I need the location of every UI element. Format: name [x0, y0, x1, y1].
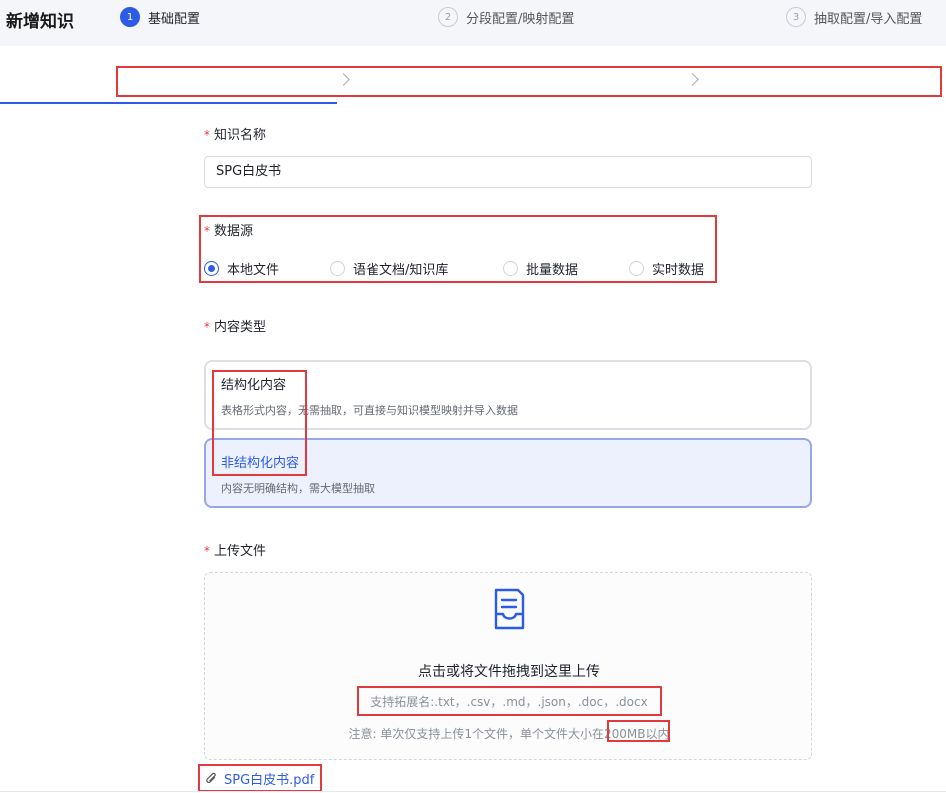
knowledge-name-label: * 知识名称 [204, 124, 266, 143]
radio-checked-icon [204, 261, 219, 276]
radio-local-file[interactable]: 本地文件 [204, 259, 279, 278]
card-description: 内容无明确结构，需大模型抽取 [221, 482, 375, 495]
datasource-label: * 数据源 [204, 220, 253, 239]
step-label: 基础配置 [148, 11, 201, 27]
step-segment-config[interactable]: 2 分段配置/映射配置 [438, 7, 574, 27]
step-basic-config[interactable]: 1 基础配置 [120, 7, 200, 27]
label-text: 内容类型 [214, 320, 267, 335]
required-mark: * [204, 320, 210, 334]
divider [0, 791, 946, 792]
required-mark: * [204, 544, 210, 558]
radio-unchecked-icon [503, 261, 518, 276]
paperclip-icon [206, 772, 216, 783]
radio-realtime-data[interactable]: 实时数据 [629, 259, 704, 278]
required-mark: * [204, 224, 210, 238]
content-type-label: * 内容类型 [204, 316, 266, 335]
steps-highlight-box [116, 66, 942, 97]
card-structured-content[interactable]: 结构化内容 表格形式内容，无需抽取，可直接与知识模型映射并导入数据 [204, 360, 812, 430]
step-extract-config[interactable]: 3 抽取配置/导入配置 [786, 7, 922, 27]
label-text: 上传文件 [214, 544, 267, 559]
radio-label: 本地文件 [227, 263, 280, 278]
required-mark: * [204, 128, 210, 142]
upload-dropzone[interactable]: 点击或将文件拖拽到这里上传 支持拓展名:.txt，.csv，.md，.json，… [204, 572, 812, 760]
radio-label: 实时数据 [652, 263, 705, 278]
card-description: 表格形式内容，无需抽取，可直接与知识模型映射并导入数据 [221, 404, 518, 417]
label-text: 知识名称 [214, 128, 267, 143]
file-inbox-icon [494, 588, 525, 630]
knowledge-name-input[interactable]: SPG白皮书 [204, 156, 812, 188]
step-label: 分段配置/映射配置 [466, 11, 575, 27]
step-number: 2 [438, 7, 458, 27]
radio-label: 批量数据 [526, 263, 579, 278]
radio-label: 语雀文档/知识库 [353, 263, 449, 278]
card-unstructured-content[interactable]: 非结构化内容 内容无明确结构，需大模型抽取 [204, 438, 812, 508]
card-title: 结构化内容 [221, 378, 287, 393]
upload-main-text: 点击或将文件拖拽到这里上传 [418, 664, 600, 680]
card-title: 非结构化内容 [221, 456, 300, 471]
upload-size-note: 注意: 单次仅支持上传1个文件，单个文件大小在200MB以内 [348, 727, 670, 741]
step-number: 1 [120, 7, 140, 27]
upload-extension-hint: 支持拓展名:.txt，.csv，.md，.json，.doc，.docx [370, 695, 648, 709]
page-title: 新增知识 [6, 12, 74, 32]
uploaded-file-name: SPG白皮书.pdf [224, 773, 315, 788]
uploaded-file-item[interactable]: SPG白皮书.pdf [206, 769, 314, 788]
datasource-radio-group: 本地文件 语雀文档/知识库 批量数据 实时数据 [204, 259, 724, 279]
step-label: 抽取配置/导入配置 [814, 11, 923, 27]
radio-unchecked-icon [629, 261, 644, 276]
radio-yuque-doc[interactable]: 语雀文档/知识库 [330, 259, 448, 278]
step-active-underline [0, 102, 337, 104]
upload-file-label: * 上传文件 [204, 540, 266, 559]
radio-unchecked-icon [330, 261, 345, 276]
radio-batch-data[interactable]: 批量数据 [503, 259, 578, 278]
label-text: 数据源 [214, 224, 254, 239]
step-number: 3 [786, 7, 806, 27]
